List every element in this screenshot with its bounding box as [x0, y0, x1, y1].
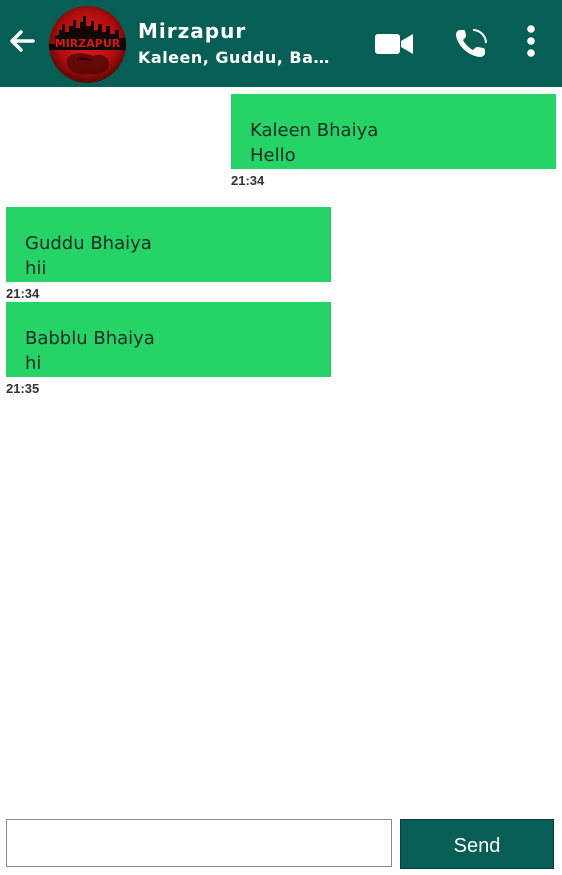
message-text: Hello — [250, 145, 296, 166]
message-input[interactable] — [6, 819, 392, 867]
message-list[interactable]: Kaleen Bhaiya Hello 21:34 Guddu Bhaiya h… — [0, 87, 562, 812]
message-sender: Kaleen Bhaiya — [250, 120, 379, 141]
chat-header: MIRZAPUR Mirzapur Kaleen, Guddu, Babl... — [0, 0, 562, 87]
more-vertical-icon — [527, 25, 535, 57]
group-name: Mirzapur — [138, 19, 247, 43]
video-camera-icon — [375, 34, 413, 54]
send-button[interactable]: Send — [400, 819, 554, 869]
message-text: hii — [25, 258, 47, 279]
message-bubble: Babblu Bhaiya hi — [6, 302, 331, 377]
message-time: 21:34 — [6, 286, 40, 301]
message-time: 21:35 — [6, 381, 40, 396]
more-options-button[interactable] — [524, 25, 538, 57]
group-avatar[interactable]: MIRZAPUR — [49, 6, 126, 83]
avatar-logo-text: MIRZAPUR — [55, 37, 121, 50]
phone-icon — [456, 29, 487, 57]
message-bubble: Guddu Bhaiya hii — [6, 207, 331, 282]
video-call-button[interactable] — [374, 31, 414, 57]
message-sender: Babblu Bhaiya — [25, 328, 155, 349]
message-sender: Guddu Bhaiya — [25, 233, 152, 254]
arrow-left-icon — [10, 30, 35, 52]
member-list: Kaleen, Guddu, Babl... — [138, 48, 338, 67]
message-time: 21:34 — [231, 173, 265, 188]
voice-call-button[interactable] — [454, 27, 490, 59]
send-button-label: Send — [453, 834, 501, 857]
back-button[interactable] — [7, 27, 37, 55]
message-text: hi — [25, 353, 42, 374]
message-bubble: Kaleen Bhaiya Hello — [231, 94, 556, 169]
